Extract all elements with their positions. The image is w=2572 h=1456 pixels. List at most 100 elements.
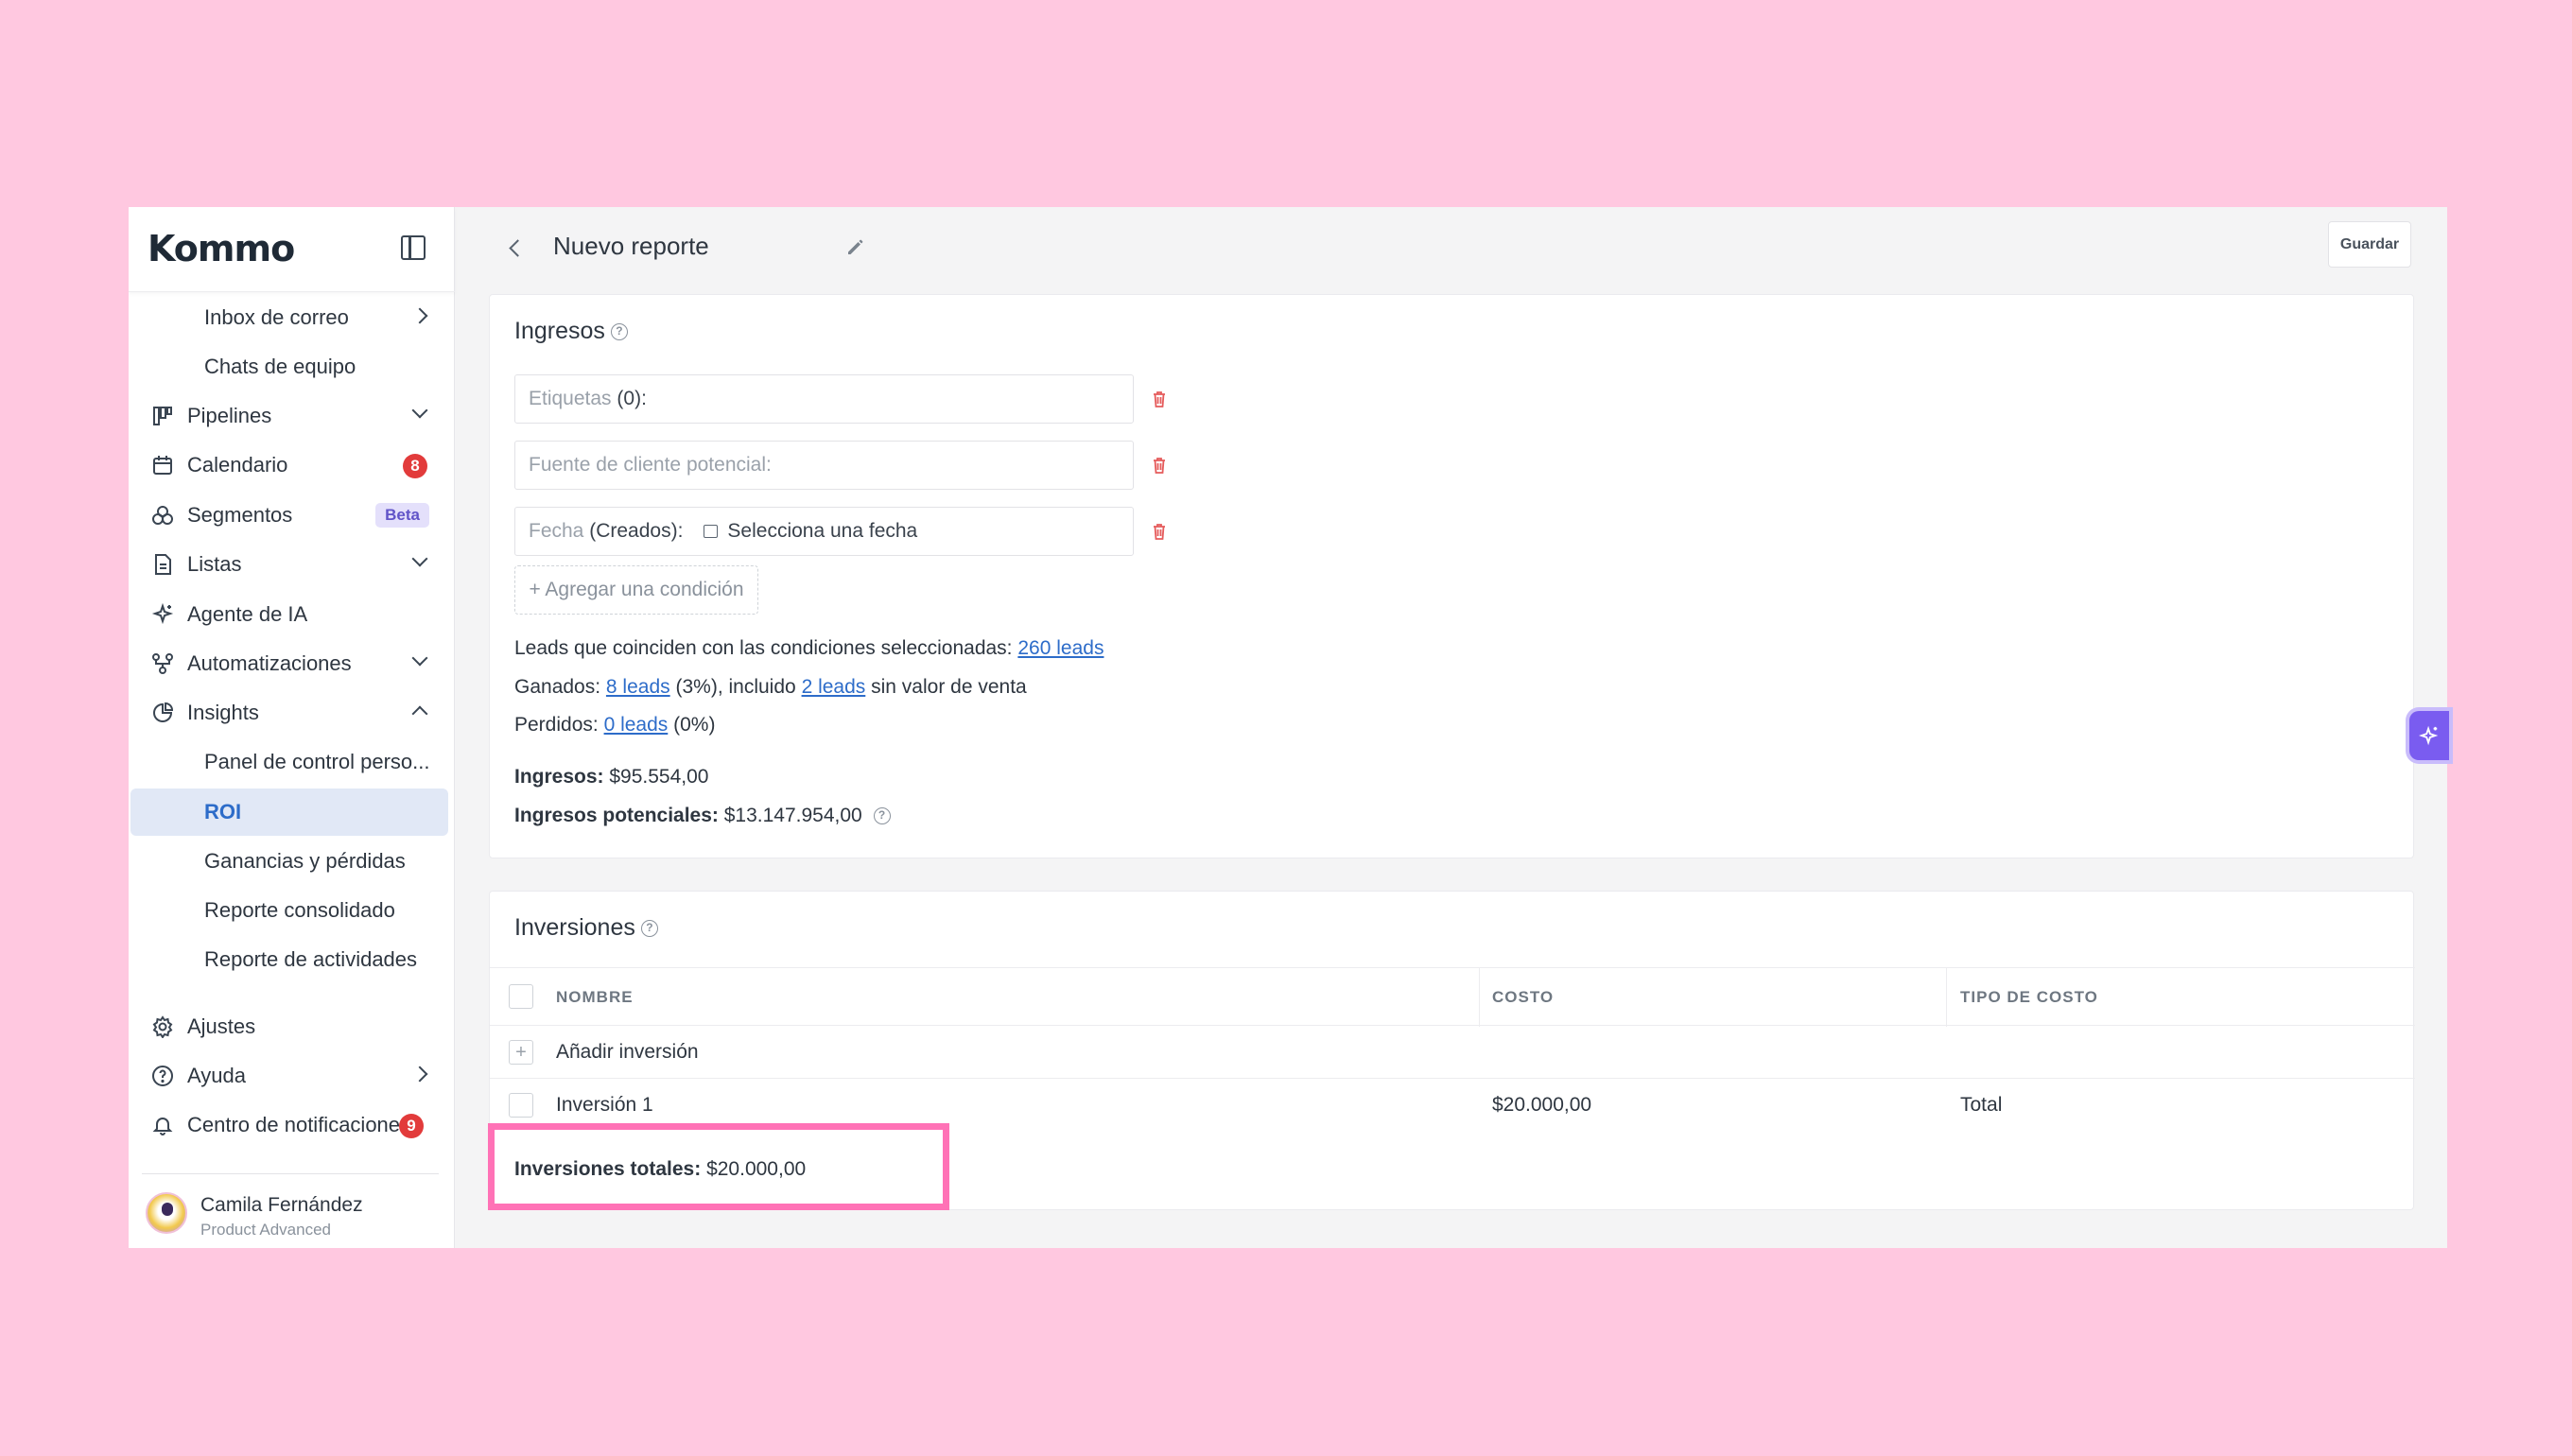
add-investment-label: Añadir inversión — [556, 1041, 699, 1063]
sparkle-icon — [2419, 725, 2439, 746]
help-icon[interactable]: ? — [640, 920, 658, 938]
sidebar-item-automations[interactable]: Automatizaciones — [130, 640, 448, 687]
sidebar-item-help[interactable]: Ayuda — [130, 1052, 448, 1100]
bell-icon — [152, 1118, 173, 1135]
calendar-icon — [153, 456, 172, 475]
inversiones-title-text: Inversiones — [514, 914, 635, 941]
sidebar-item-label: Ajustes — [187, 1014, 256, 1038]
chevron-up-icon — [411, 705, 428, 722]
condition-tags[interactable]: Etiquetas (0): — [514, 374, 1134, 424]
sidebar-item-consolidated-report[interactable]: Reporte consolidado — [130, 887, 448, 934]
date-picker-value[interactable]: Selecciona una fecha — [727, 520, 917, 543]
won-mid: (3%), incluido — [675, 676, 796, 698]
sidebar-item-pipelines[interactable]: Pipelines — [130, 392, 448, 440]
automation-icon — [152, 653, 173, 674]
investment-cost-type: Total — [1960, 1094, 2003, 1116]
lists-icon — [155, 554, 171, 575]
column-name-header[interactable]: NOMBRE — [556, 968, 634, 1027]
notification-badge: 9 — [399, 1114, 424, 1138]
chevron-down-icon — [411, 550, 428, 567]
condition-label: Etiquetas — [529, 388, 612, 409]
sidebar-nav: Inbox de correo Chats de equipo Pipeline… — [129, 294, 455, 975]
condition-label: Fuente de cliente potencial: — [529, 454, 772, 476]
user-plan: Product Advanced — [200, 1221, 331, 1239]
sidebar-divider — [142, 1173, 439, 1174]
gear-icon — [152, 1015, 173, 1038]
sidebar-item-lists[interactable]: Listas — [130, 541, 448, 588]
sidebar-item-label: Chats de equipo — [204, 355, 356, 378]
help-icon[interactable]: ? — [873, 807, 891, 825]
potential-revenue-value: $13.147.954,00 — [723, 805, 862, 826]
sidebar-item-roi[interactable]: ROI — [130, 789, 448, 836]
edit-pencil-icon[interactable] — [846, 237, 865, 256]
page-title: Nuevo reporte — [553, 232, 709, 260]
lost-leads-link[interactable]: 0 leads — [604, 714, 669, 736]
no-value-leads-link[interactable]: 2 leads — [802, 676, 866, 698]
plus-icon: + — [509, 1040, 533, 1065]
inversiones-title: Inversiones? — [514, 914, 658, 942]
sidebar-item-label: Inbox de correo — [204, 305, 349, 329]
sidebar-item-calendar[interactable]: Calendario 8 — [130, 442, 448, 489]
sidebar-item-label: Centro de notificaciones — [187, 1113, 411, 1136]
sidebar-item-insights[interactable]: Insights — [130, 689, 448, 737]
sidebar-item-label: Segmentos — [187, 503, 293, 527]
condition-extra: (0): — [617, 388, 647, 409]
lost-leads-line: Perdidos: 0 leads (0%) — [514, 714, 715, 737]
help-icon — [152, 1066, 173, 1086]
trash-icon[interactable] — [1152, 522, 1167, 541]
sidebar-item-ai-agent[interactable]: Agente de IA — [130, 591, 448, 638]
save-button[interactable]: Guardar — [2328, 221, 2411, 268]
trash-icon[interactable] — [1152, 456, 1167, 475]
sidebar-item-settings[interactable]: Ajustes — [130, 1003, 448, 1050]
logo-bar: Kommo — [129, 207, 455, 292]
ai-assistant-button[interactable] — [2409, 711, 2449, 760]
sparkle-icon — [151, 603, 174, 625]
user-profile[interactable]: Camila Fernández Product Advanced — [146, 1190, 448, 1243]
kommo-logo: Kommo — [148, 228, 295, 269]
trash-icon[interactable] — [1152, 390, 1167, 408]
investment-cost: $20.000,00 — [1492, 1094, 1592, 1116]
matching-leads-link[interactable]: 260 leads — [1017, 637, 1104, 659]
sidebar-item-label: Reporte de actividades — [204, 947, 418, 971]
insights-icon — [153, 702, 174, 722]
pipelines-icon — [153, 407, 172, 425]
sidebar-item-dashboard[interactable]: Panel de control perso... — [130, 738, 448, 786]
chevron-right-icon — [411, 1066, 428, 1083]
lost-suffix: (0%) — [673, 714, 716, 736]
beta-badge: Beta — [375, 503, 429, 528]
sidebar-item-activity-report[interactable]: Reporte de actividades — [130, 936, 448, 975]
ingresos-title: Ingresos? — [514, 318, 628, 345]
app-window: Kommo Inbox de correo Chats de equipo Pi… — [129, 207, 2447, 1248]
add-condition-button[interactable]: + Agregar una condición — [514, 565, 758, 615]
add-investment-row[interactable]: + Añadir inversión — [490, 1026, 2415, 1079]
condition-lead-source[interactable]: Fuente de cliente potencial: — [514, 441, 1134, 490]
sidebar-item-label: Panel de control perso... — [204, 750, 430, 773]
help-icon[interactable]: ? — [610, 323, 628, 341]
potential-revenue-label: Ingresos potenciales: — [514, 805, 719, 826]
user-name: Camila Fernández — [200, 1194, 363, 1216]
sidebar-item-team-chats[interactable]: Chats de equipo — [130, 343, 448, 390]
column-cost-header[interactable]: COSTO — [1492, 968, 1554, 1027]
back-arrow-icon[interactable] — [509, 239, 527, 257]
sidebar-item-label: Reporte consolidado — [204, 898, 395, 922]
sidebar-item-segments[interactable]: Segmentos Beta — [130, 492, 448, 539]
sidebar-item-label: Listas — [187, 552, 242, 576]
revenue-value: $95.554,00 — [609, 766, 709, 788]
sidebar-item-inbox[interactable]: Inbox de correo — [130, 294, 448, 341]
condition-date[interactable]: Fecha (Creados): Selecciona una fecha — [514, 507, 1134, 556]
won-leads-line: Ganados: 8 leads (3%), incluido 2 leads … — [514, 676, 1027, 699]
sidebar-collapse-icon[interactable] — [401, 235, 426, 260]
sidebar-item-profit-loss[interactable]: Ganancias y pérdidas — [130, 838, 448, 885]
notification-badge: 8 — [403, 454, 427, 478]
sidebar-item-label: Insights — [187, 701, 259, 724]
column-cost-type-header[interactable]: TIPO DE COSTO — [1960, 968, 2098, 1027]
condition-extra: (Creados): — [589, 520, 684, 542]
lost-prefix: Perdidos: — [514, 714, 599, 736]
segments-icon — [152, 506, 173, 525]
select-all-checkbox[interactable] — [509, 984, 533, 1009]
sidebar-item-notifications[interactable]: Centro de notificaciones 9 — [130, 1101, 448, 1149]
row-checkbox[interactable] — [509, 1093, 533, 1118]
matching-text: Leads que coinciden con las condiciones … — [514, 637, 1013, 659]
won-leads-link[interactable]: 8 leads — [606, 676, 670, 698]
avatar — [146, 1192, 187, 1234]
